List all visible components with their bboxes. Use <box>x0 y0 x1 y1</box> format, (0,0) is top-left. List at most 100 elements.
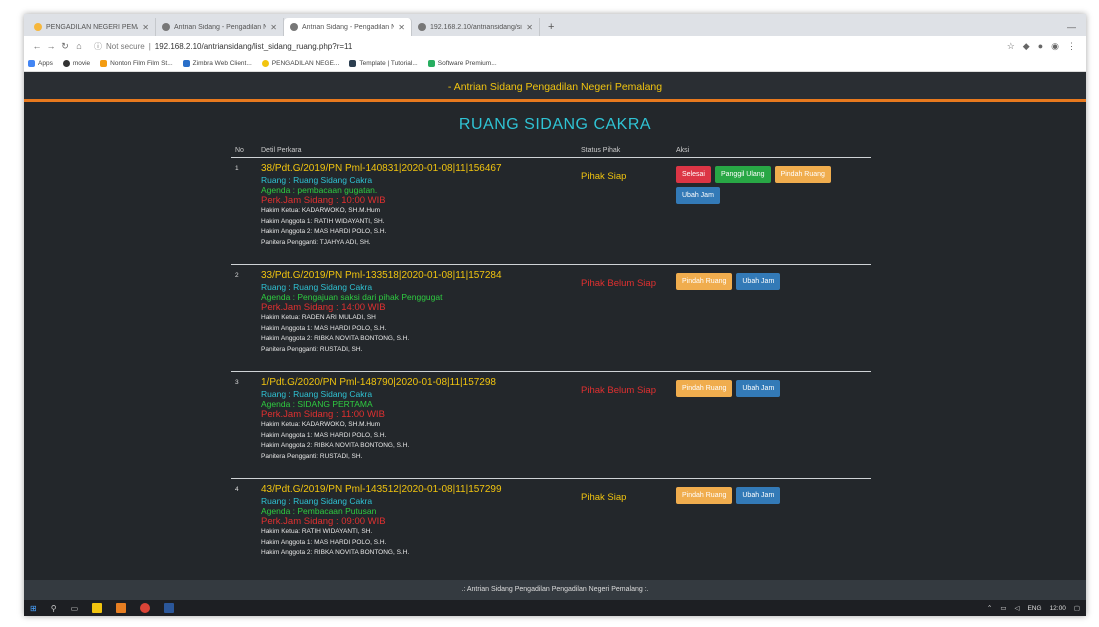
extension-icon[interactable]: ● <box>1038 41 1043 52</box>
pindah-ruang-button[interactable]: Pindah Ruang <box>676 273 733 290</box>
pindah-ruang-button[interactable]: Pindah Ruang <box>774 166 831 183</box>
tab-strip: PENGADILAN NEGERI PEMALA...✕ Antrian Sid… <box>24 14 1086 36</box>
case-number: 1/Pdt.G/2020/PN Pml-148790|2020-01-08|11… <box>261 377 496 388</box>
close-tab-icon[interactable]: ✕ <box>270 23 277 32</box>
bookmark-zimbra[interactable]: Zimbra Web Client... <box>182 60 252 67</box>
table-row: 4 43/Pdt.G/2019/PN Pml-143512|2020-01-08… <box>231 479 871 586</box>
site-footer: .: Antrian Sidang Pengadilan Pengadilan … <box>24 580 1086 600</box>
table-header: No Detil Perkara Status Pihak Aksi <box>231 144 871 158</box>
browser-tab[interactable]: PENGADILAN NEGERI PEMALA...✕ <box>28 18 156 36</box>
bookmark-template[interactable]: Template | Tutorial... <box>349 60 418 67</box>
site-navbar: - Antrian Sidang Pengadilan Negeri Pemal… <box>24 72 1086 102</box>
case-room: Ruang : Ruang Sidang Cakra <box>261 282 373 292</box>
case-table: No Detil Perkara Status Pihak Aksi 1 38/… <box>231 144 871 586</box>
case-agenda: Agenda : SIDANG PERTAMA <box>261 399 373 409</box>
app-icon[interactable] <box>164 603 175 613</box>
chrome-icon[interactable] <box>140 603 151 613</box>
bookmark-apps[interactable]: Apps <box>28 60 53 67</box>
file-explorer-icon[interactable] <box>92 603 103 613</box>
clock[interactable]: 12:00 <box>1050 605 1066 612</box>
address-bar: ← → ↻ ⌂ ⓘ Not secure | 192.168.2.10/antr… <box>24 36 1086 56</box>
judge-member-2: Hakim Anggota 2: RIBKA NOVITA BONTONG, S… <box>261 549 410 556</box>
table-row: 3 1/Pdt.G/2020/PN Pml-148790|2020-01-08|… <box>231 372 871 479</box>
table-row: 2 33/Pdt.G/2019/PN Pml-133518|2020-01-08… <box>231 265 871 372</box>
profile-icon[interactable]: ◉ <box>1051 41 1059 52</box>
bookmark-software[interactable]: Software Premium... <box>427 60 497 67</box>
volume-icon[interactable]: ◁ <box>1014 604 1019 612</box>
case-room: Ruang : Ruang Sidang Cakra <box>261 496 373 506</box>
judge-member-2: Hakim Anggota 2: RIBKA NOVITA BONTONG, S… <box>261 442 410 449</box>
ubah-jam-button[interactable]: Ubah Jam <box>676 187 720 204</box>
favicon-icon <box>290 23 298 31</box>
app-icon[interactable] <box>116 603 127 613</box>
judge-chief: Hakim Ketua: RATIH WIDAYANTI, SH. <box>261 528 373 535</box>
url-input[interactable]: ⓘ Not secure | 192.168.2.10/antriansidan… <box>94 41 1007 52</box>
pindah-ruang-button[interactable]: Pindah Ruang <box>676 487 733 504</box>
favicon-icon <box>162 23 170 31</box>
case-detail: 38/Pdt.G/2019/PN Pml-140831|2020-01-08|1… <box>261 163 581 261</box>
row-number: 1 <box>235 165 239 172</box>
action-buttons: Selesai Panggil Ulang Pindah Ruang Ubah … <box>676 163 856 204</box>
home-icon[interactable]: ⌂ <box>72 41 86 51</box>
language-indicator[interactable]: ENG <box>1027 605 1041 612</box>
status-badge: Pihak Siap <box>581 171 627 182</box>
case-agenda: Agenda : pembacaan gugatan. <box>261 185 378 195</box>
zimbra-icon <box>182 60 190 67</box>
pindah-ruang-button[interactable]: Pindah Ruang <box>676 380 733 397</box>
table-row: 1 38/Pdt.G/2019/PN Pml-140831|2020-01-08… <box>231 158 871 265</box>
ubah-jam-button[interactable]: Ubah Jam <box>736 380 781 397</box>
header-detail: Detil Perkara <box>261 147 302 154</box>
extension-icon[interactable]: ◆ <box>1023 41 1030 52</box>
favicon-icon <box>34 23 42 31</box>
judge-member-1: Hakim Anggota 1: MAS HARDI POLO, S.H. <box>261 324 387 332</box>
ubah-jam-button[interactable]: Ubah Jam <box>736 273 781 290</box>
case-number: 33/Pdt.G/2019/PN Pml-133518|2020-01-08|1… <box>261 270 502 281</box>
network-icon[interactable]: ▭ <box>1000 604 1006 612</box>
case-time: Perk.Jam Sidang : 09:00 WIB <box>261 516 386 527</box>
browser-tab-active[interactable]: Antrian Sidang - Pengadilan Ne...✕ <box>284 18 412 36</box>
bookmark-movie[interactable]: movie <box>62 60 90 67</box>
search-icon[interactable]: ⚲ <box>51 604 57 613</box>
close-tab-icon[interactable]: ✕ <box>142 23 149 32</box>
bookmark-pengadilan[interactable]: PENGADILAN NEGE... <box>261 60 339 67</box>
menu-icon[interactable]: ⋮ <box>1067 41 1076 52</box>
notification-icon[interactable]: ▢ <box>1074 604 1080 612</box>
close-tab-icon[interactable]: ✕ <box>526 23 533 32</box>
header-status: Status Pihak <box>581 147 621 154</box>
judge-member-1: Hakim Anggota 1: RATIH WIDAYANTI, SH. <box>261 217 385 225</box>
case-agenda: Agenda : Pengajuan saksi dari pihak Peng… <box>261 292 443 302</box>
close-tab-icon[interactable]: ✕ <box>398 23 405 32</box>
browser-tab[interactable]: Antrian Sidang - Pengadilan Ne...✕ <box>156 18 284 36</box>
clerk: Panitera Pengganti: RUSTADI, SH. <box>261 452 363 460</box>
tray-icon[interactable]: ⌃ <box>987 604 992 612</box>
case-room: Ruang : Ruang Sidang Cakra <box>261 389 373 399</box>
star-icon[interactable]: ☆ <box>1007 41 1015 52</box>
court-icon <box>261 60 269 67</box>
case-number: 38/Pdt.G/2019/PN Pml-140831|2020-01-08|1… <box>261 163 502 174</box>
action-buttons: Pindah Ruang Ubah Jam <box>676 377 856 397</box>
bookmarks-bar: Apps movie Nonton Film Film St... Zimbra… <box>24 56 1086 72</box>
case-number: 43/Pdt.G/2019/PN Pml-143512|2020-01-08|1… <box>261 484 502 495</box>
windows-start-icon[interactable]: ⊞ <box>30 604 37 613</box>
new-tab-icon[interactable]: + <box>540 18 562 36</box>
back-icon[interactable]: ← <box>30 41 44 51</box>
panggil-ulang-button[interactable]: Panggil Ulang <box>714 166 771 183</box>
status-badge: Pihak Belum Siap <box>581 385 656 396</box>
reload-icon[interactable]: ↻ <box>58 41 72 52</box>
favicon-icon <box>418 23 426 31</box>
info-icon: ⓘ <box>94 41 102 51</box>
case-detail: 1/Pdt.G/2020/PN Pml-148790|2020-01-08|11… <box>261 377 581 475</box>
forward-icon[interactable]: → <box>44 41 58 51</box>
selesai-button[interactable]: Selesai <box>676 166 711 183</box>
ubah-jam-button[interactable]: Ubah Jam <box>736 487 781 504</box>
clerk: Panitera Pengganti: RUSTADI, SH. <box>261 345 363 353</box>
apps-icon <box>28 60 35 67</box>
globe-icon <box>62 60 70 67</box>
task-view-icon[interactable]: ▭ <box>71 604 79 613</box>
url-text: 192.168.2.10/antriansidang/list_sidang_r… <box>154 41 353 51</box>
judge-member-2: Hakim Anggota 2: RIBKA NOVITA BONTONG, S… <box>261 335 410 342</box>
action-buttons: Pindah Ruang Ubah Jam <box>676 270 856 290</box>
minimize-icon[interactable]: — <box>1057 18 1086 36</box>
browser-tab[interactable]: 192.168.2.10/antriansidang/sidan...✕ <box>412 18 540 36</box>
bookmark-nonton[interactable]: Nonton Film Film St... <box>100 60 173 67</box>
